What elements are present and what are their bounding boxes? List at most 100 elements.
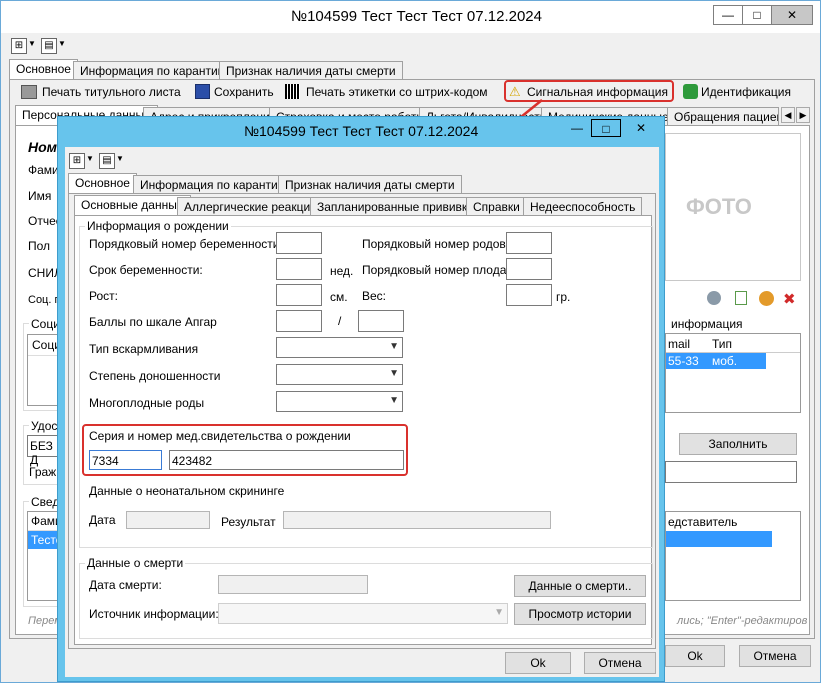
dialog-ok-button[interactable]: Ok <box>505 652 571 674</box>
multiple-birth-label: Многоплодные роды <box>89 396 205 410</box>
chevron-down-icon: ▼ <box>389 368 399 379</box>
contact-info-title: информация <box>671 317 743 331</box>
weight-label: Вес: <box>362 289 387 303</box>
feeding-type-label: Тип вскармливания <box>89 342 199 356</box>
tab-basic-data[interactable]: Основные данные <box>74 195 191 216</box>
print-title-button[interactable]: Печать титульного листа <box>42 85 181 99</box>
chevron-down-icon: ▼ <box>494 607 504 618</box>
death-group-title: Данные о смерти <box>85 556 186 570</box>
record-number-label: Ном <box>28 139 58 155</box>
pregnancy-term-input[interactable] <box>276 258 322 280</box>
chevron-down-icon[interactable]: ▼ <box>58 39 66 48</box>
dialog-tab-death-date[interactable]: Признак наличия даты смерти <box>278 175 462 194</box>
tab-quarantine[interactable]: Информация по карантину <box>73 61 238 80</box>
photo-placeholder: ФОТО <box>686 194 752 219</box>
maximize-button[interactable]: □ <box>742 5 772 25</box>
representative-col: едставитель <box>668 515 738 529</box>
representative-row-selected[interactable] <box>666 531 772 547</box>
dialog-maximize-button[interactable]: □ <box>591 119 621 137</box>
contacts-row-selected[interactable]: 55-33 моб. <box>666 353 766 369</box>
chevron-down-icon[interactable]: ▼ <box>28 39 36 48</box>
dialog-cancel-button[interactable]: Отмена <box>584 652 656 674</box>
cm-unit: см. <box>330 290 348 304</box>
chevron-down-icon[interactable]: ▼ <box>86 154 94 163</box>
close-button[interactable]: ✕ <box>771 5 813 25</box>
fill-button[interactable]: Заполнить <box>679 433 797 455</box>
feeding-type-select[interactable]: ▼ <box>276 337 403 358</box>
contacts-col-type: Тип <box>712 337 733 351</box>
certificate-label: Серия и номер мед.свидетельства о рожден… <box>89 429 351 443</box>
height-label: Рост: <box>89 289 118 303</box>
outer-ok-button[interactable]: Ok <box>665 645 725 667</box>
info-source-select: ▼ <box>218 603 508 624</box>
birth-info-group-title: Информация о рождении <box>85 219 231 233</box>
pregnancy-number-label: Порядковый номер беременности: <box>89 237 283 251</box>
death-data-button[interactable]: Данные о смерти.. <box>514 575 646 597</box>
tab-vaccinations[interactable]: Запланированные прививки <box>310 197 481 216</box>
barcode-icon <box>285 84 300 99</box>
contacts-grid[interactable]: mail Тип 55-33 моб. <box>665 333 801 413</box>
document-icon[interactable] <box>735 291 747 305</box>
apgar-1-input[interactable] <box>276 310 322 332</box>
tab-main[interactable]: Основное <box>9 59 78 80</box>
apgar-2-input[interactable] <box>358 310 404 332</box>
apgar-separator: / <box>338 314 342 328</box>
weight-input[interactable] <box>506 284 552 306</box>
view-history-button[interactable]: Просмотр истории <box>514 603 646 625</box>
multiple-birth-select[interactable]: ▼ <box>276 391 403 412</box>
tab-allergies[interactable]: Аллергические реакции <box>177 197 324 216</box>
fetus-number-input[interactable] <box>506 258 552 280</box>
export-icon[interactable]: ▤ <box>99 153 115 169</box>
citizenship-label: Граж <box>29 465 57 479</box>
contacts-phone: 55-33 <box>668 354 699 368</box>
dialog-minimize-button[interactable]: — <box>562 119 592 137</box>
neonatal-result-label: Результат <box>221 515 276 529</box>
gram-unit: гр. <box>556 290 571 304</box>
identification-button[interactable]: Идентификация <box>701 85 791 99</box>
birth-info-dialog: №104599 Тест Тест Тест 07.12.2024 — □ ✕ … <box>57 116 665 682</box>
representative-grid[interactable]: едставитель <box>665 511 801 601</box>
photo-frame[interactable]: ФОТО <box>665 133 801 281</box>
birth-number-label: Порядковый номер родов: <box>362 237 510 251</box>
chevron-left-icon[interactable]: ◀ <box>781 107 795 123</box>
export-icon[interactable]: ▤ <box>41 38 57 54</box>
layout-icon[interactable]: ⊞ <box>69 153 85 169</box>
dialog-title: №104599 Тест Тест Тест 07.12.2024 <box>244 123 479 139</box>
death-date-input <box>218 575 368 594</box>
hint-right: лись; "Enter"-редактиров <box>677 615 808 627</box>
chevron-down-icon[interactable]: ▼ <box>116 154 124 163</box>
tab-certificates[interactable]: Справки <box>466 197 527 216</box>
tab-incapacity[interactable]: Недееспособность <box>523 197 643 216</box>
maturity-select[interactable]: ▼ <box>276 364 403 385</box>
palette-icon[interactable] <box>759 291 774 306</box>
certificate-number-input[interactable]: 423482 <box>169 450 404 470</box>
apgar-label: Баллы по шкале Апгар <box>89 315 217 329</box>
outer-cancel-button[interactable]: Отмена <box>739 645 811 667</box>
layout-icon[interactable]: ⊞ <box>11 38 27 54</box>
pregnancy-number-input[interactable] <box>276 232 322 254</box>
webcam-icon[interactable] <box>707 291 721 305</box>
chevron-right-icon[interactable]: ▶ <box>796 107 810 123</box>
tab-appeals[interactable]: Обращения пациента <box>667 107 779 126</box>
citizenship-field[interactable] <box>665 461 797 483</box>
contacts-phone-type: моб. <box>712 354 738 368</box>
dialog-tab-quarantine[interactable]: Информация по карантину <box>133 175 298 194</box>
chevron-down-icon: ▼ <box>389 395 399 406</box>
height-input[interactable] <box>276 284 322 306</box>
tab-death-date[interactable]: Признак наличия даты смерти <box>219 61 403 80</box>
dialog-tab-main[interactable]: Основное <box>68 173 137 194</box>
fetus-number-label: Порядковый номер плода: <box>362 263 510 277</box>
printer-icon <box>21 85 37 99</box>
certificate-series-input[interactable]: 7334 <box>89 450 162 470</box>
name-label: Имя <box>28 189 52 203</box>
minimize-button[interactable]: — <box>713 5 743 25</box>
dialog-close-button[interactable]: ✕ <box>621 119 661 137</box>
print-barcode-button[interactable]: Печать этикетки со штрих-кодом <box>306 85 488 99</box>
id-card-icon <box>683 84 698 99</box>
save-button[interactable]: Сохранить <box>214 85 274 99</box>
birth-number-input[interactable] <box>506 232 552 254</box>
delete-photo-icon[interactable]: ✖ <box>783 290 796 308</box>
window-title: №104599 Тест Тест Тест 07.12.2024 <box>291 8 542 25</box>
social-status-label: Соц. п <box>28 294 61 306</box>
title-bar: №104599 Тест Тест Тест 07.12.2024 — □ ✕ <box>1 1 820 33</box>
